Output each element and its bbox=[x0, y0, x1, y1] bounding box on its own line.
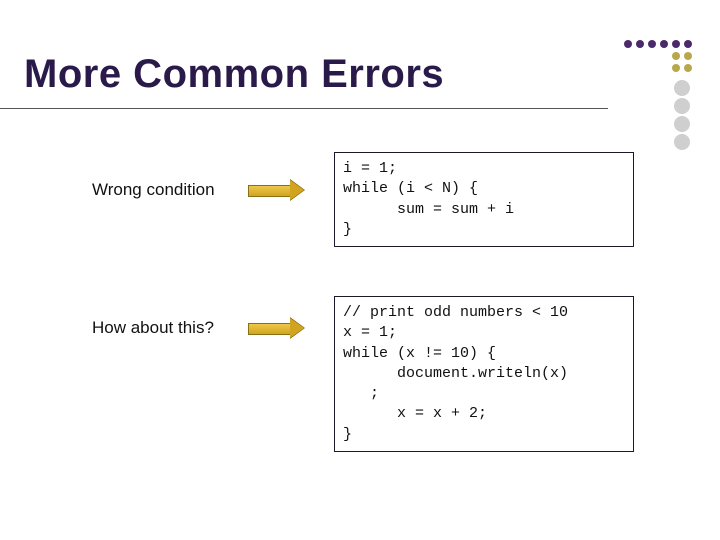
code-box-2: // print odd numbers < 10 x = 1; while (… bbox=[334, 296, 634, 452]
label-how-about-this: How about this? bbox=[92, 318, 214, 338]
dot-icon bbox=[660, 40, 668, 48]
slide-title: More Common Errors bbox=[24, 52, 444, 97]
dot-icon bbox=[684, 52, 692, 60]
dot-icon bbox=[674, 80, 690, 96]
dot-icon bbox=[674, 98, 690, 114]
title-underline bbox=[0, 108, 608, 109]
dot-icon bbox=[674, 134, 690, 150]
dot-icon bbox=[672, 40, 680, 48]
code-box-1: i = 1; while (i < N) { sum = sum + i } bbox=[334, 152, 634, 247]
decorative-dots bbox=[602, 40, 698, 150]
arrow-icon bbox=[248, 182, 304, 198]
dot-icon bbox=[672, 52, 680, 60]
dot-icon bbox=[684, 40, 692, 48]
dot-icon bbox=[636, 40, 644, 48]
label-wrong-condition: Wrong condition bbox=[92, 180, 215, 200]
arrow-icon bbox=[248, 320, 304, 336]
dot-icon bbox=[672, 64, 680, 72]
dot-icon bbox=[624, 40, 632, 48]
dot-icon bbox=[648, 40, 656, 48]
dot-icon bbox=[684, 64, 692, 72]
dot-icon bbox=[674, 116, 690, 132]
